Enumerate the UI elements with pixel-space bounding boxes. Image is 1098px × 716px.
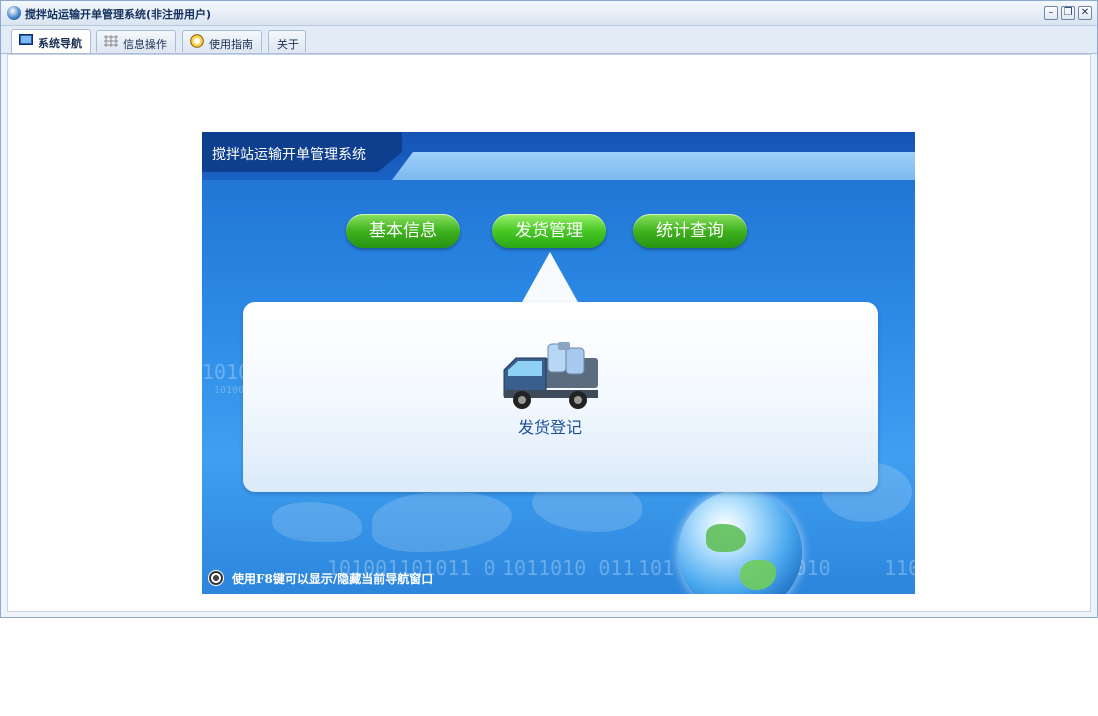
hint-text: 使用F8键可以显示/隐藏当前导航窗口: [232, 572, 434, 586]
navigation-panel: 搅拌站运输开单管理系统 1010 10100 101001101011 0 10…: [202, 132, 915, 594]
app-logo-icon: [7, 6, 21, 20]
help-icon: [190, 34, 204, 48]
tab-label: 使用指南: [209, 38, 253, 51]
binary-decoration: 1011010 011: [502, 556, 635, 580]
globe-icon: [678, 490, 802, 594]
basic-info-button[interactable]: 基本信息: [346, 214, 460, 248]
tab-user-guide[interactable]: 使用指南: [182, 30, 262, 52]
statistics-query-button[interactable]: 统计查询: [633, 214, 747, 248]
system-title: 搅拌站运输开单管理系统: [212, 147, 366, 163]
world-map-decoration: [372, 492, 512, 552]
monitor-icon: [19, 34, 33, 45]
minimize-button[interactable]: –: [1044, 6, 1058, 20]
tab-label: 信息操作: [123, 38, 167, 51]
info-icon: [208, 570, 224, 586]
window-title: 搅拌站运输开单管理系统(非注册用户): [25, 8, 212, 21]
binary-decoration: 110: [884, 556, 915, 580]
menu-pointer: [521, 252, 579, 304]
main-window: 搅拌站运输开单管理系统(非注册用户) – ❐ ✕ 系统导航 信息操作 使用指南 …: [0, 0, 1098, 618]
tab-about[interactable]: 关于: [268, 30, 306, 52]
delivery-management-button[interactable]: 发货管理: [492, 214, 606, 248]
tab-label: 关于: [277, 38, 299, 51]
grid-icon: [104, 35, 118, 47]
world-map-decoration: [272, 502, 362, 542]
truck-icon[interactable]: [500, 340, 600, 412]
close-button[interactable]: ✕: [1078, 6, 1092, 20]
delivery-registration-label[interactable]: 发货登记: [502, 414, 598, 438]
tab-label: 系统导航: [38, 37, 82, 50]
header-light-band: [392, 152, 915, 180]
tab-bar: 系统导航 信息操作 使用指南 关于: [1, 26, 1097, 54]
tab-info-operation[interactable]: 信息操作: [96, 30, 176, 52]
tab-system-navigation[interactable]: 系统导航: [11, 29, 91, 53]
binary-decoration: 10100: [214, 385, 245, 396]
title-bar[interactable]: 搅拌站运输开单管理系统(非注册用户) – ❐ ✕: [1, 1, 1097, 26]
restore-button[interactable]: ❐: [1061, 6, 1075, 20]
